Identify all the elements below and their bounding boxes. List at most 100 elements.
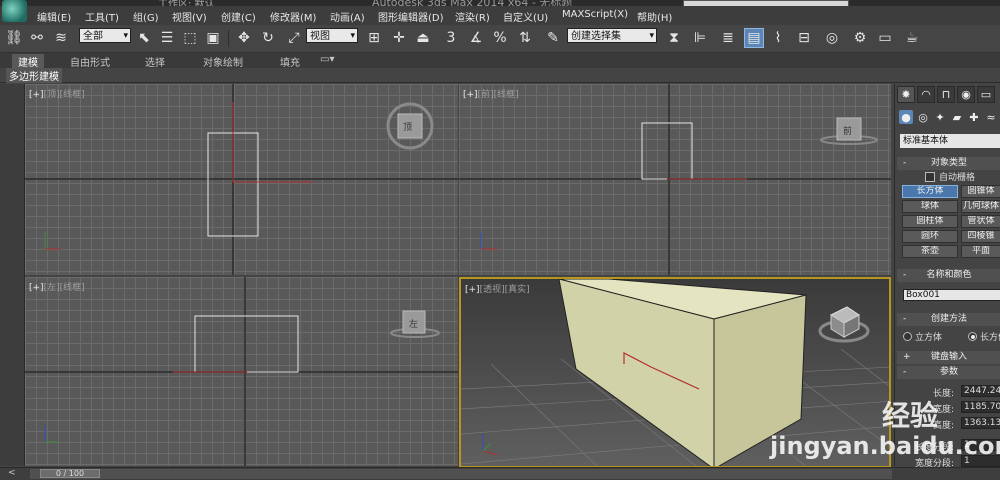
helpers-icon[interactable]: ✚ <box>967 110 981 124</box>
curve-editor-icon[interactable]: ⌇ <box>768 28 788 48</box>
teapot-button[interactable]: 茶壶 <box>902 245 958 258</box>
select-manipulate-icon[interactable]: ✛ <box>389 28 409 48</box>
menu-tools[interactable]: 工具(T) <box>85 9 119 24</box>
spinner-snap-icon[interactable]: ⇅ <box>515 28 535 48</box>
menu-group[interactable]: 组(G) <box>133 9 159 24</box>
snaps-toggle-icon[interactable]: 3 <box>441 28 461 48</box>
display-tab-icon[interactable]: ▭ <box>977 86 995 103</box>
menu-graph-editors[interactable]: 图形编辑器(D) <box>378 9 444 24</box>
named-selection-dropdown[interactable]: 创建选择集 <box>567 28 657 44</box>
percent-snap-icon[interactable]: % <box>490 28 510 48</box>
geometry-category-dropdown[interactable]: 标准基本体 <box>900 134 1000 148</box>
cameras-icon[interactable]: ▰ <box>950 110 964 124</box>
menu-edit[interactable]: 编辑(E) <box>37 9 71 24</box>
torus-button[interactable]: 圆环 <box>902 230 958 243</box>
plane-button[interactable]: 平面 <box>961 245 1000 258</box>
cube-radio[interactable] <box>903 332 912 341</box>
modify-tab-icon[interactable]: ◠ <box>917 86 935 103</box>
unlink-icon[interactable]: ⚯ <box>27 28 47 48</box>
select-object-icon[interactable]: ⬉ <box>134 28 154 48</box>
menu-maxscript[interactable]: MAXScript(X) <box>562 9 628 20</box>
time-slider-thumb[interactable]: 0 / 100 <box>40 469 100 478</box>
viewport-shading[interactable]: [真实] <box>505 285 530 295</box>
viewport-top[interactable]: [+][顶][线框] 顶 <box>25 84 458 275</box>
tab-selection[interactable]: 选择 <box>145 54 165 69</box>
width-input[interactable]: 1185.706 <box>961 401 1000 413</box>
cone-button[interactable]: 圆锥体 <box>961 185 1000 198</box>
menu-help[interactable]: 帮助(H) <box>637 9 672 24</box>
tab-modeling[interactable]: 建模 <box>12 54 44 69</box>
viewport-front[interactable]: [+][前][线框] 前 <box>459 84 891 275</box>
menu-modifiers[interactable]: 修改器(M) <box>270 9 316 24</box>
pivot-center-icon[interactable]: ⊞ <box>364 28 384 48</box>
rollout-object-type[interactable]: - 对象类型 <box>897 157 1000 170</box>
move-icon[interactable]: ✥ <box>234 28 254 48</box>
tube-button[interactable]: 管状体 <box>961 215 1000 228</box>
pyramid-button[interactable]: 四棱锥 <box>961 230 1000 243</box>
motion-tab-icon[interactable]: ◉ <box>957 86 975 103</box>
render-teapot-icon[interactable]: ☕ <box>902 28 922 48</box>
bind-spacewarp-icon[interactable]: ≋ <box>51 28 71 48</box>
auto-grid-checkbox[interactable] <box>925 172 935 182</box>
length-input[interactable]: 2447.244 <box>961 385 1000 397</box>
schematic-view-icon[interactable]: ⊟ <box>794 28 814 48</box>
material-editor-icon[interactable]: ◎ <box>822 28 842 48</box>
edit-named-selection-icon[interactable]: ✎ <box>543 28 563 48</box>
graphite-toggle-icon[interactable]: ▤ <box>744 28 764 48</box>
menu-views[interactable]: 视图(V) <box>172 9 207 24</box>
viewport-perspective[interactable]: [+][透视][真实] <box>459 277 891 468</box>
height-input[interactable]: 1363.139 <box>961 417 1000 429</box>
polygon-modeling-label[interactable]: 多边形建模 <box>6 68 62 83</box>
tab-object-paint[interactable]: 对象绘制 <box>203 54 243 69</box>
time-slider-track[interactable] <box>30 469 892 479</box>
menu-animation[interactable]: 动画(A) <box>330 9 365 24</box>
menu-rendering[interactable]: 渲染(R) <box>455 9 490 24</box>
menu-create[interactable]: 创建(C) <box>221 9 256 24</box>
sphere-button[interactable]: 球体 <box>902 200 958 213</box>
rect-selection-icon[interactable]: ⬚ <box>180 28 200 48</box>
lights-icon[interactable]: ✦ <box>933 110 947 124</box>
box-button[interactable]: 长方体 <box>902 185 958 198</box>
viewport-menu-plus[interactable]: [+] <box>465 285 480 295</box>
shapes-icon[interactable]: ◎ <box>916 110 930 124</box>
viewport-name[interactable]: [透视] <box>480 285 505 295</box>
viewcube-label[interactable]: 顶 <box>403 120 412 133</box>
angle-snap-icon[interactable]: ∡ <box>466 28 486 48</box>
object-name-input[interactable]: Box001 <box>903 289 1000 301</box>
align-icon[interactable]: ⊫ <box>690 28 710 48</box>
length-segs-input[interactable]: 1 <box>961 439 1000 451</box>
keyboard-shortcut-icon[interactable]: ⏏ <box>413 28 433 48</box>
cylinder-button[interactable]: 圆柱体 <box>902 215 958 228</box>
ribbon-options-icon[interactable]: ▭▾ <box>320 54 334 65</box>
create-tab-icon[interactable]: ✸ <box>897 86 915 103</box>
viewcube-label[interactable]: 前 <box>843 124 852 137</box>
box-radio[interactable] <box>968 332 977 341</box>
layer-manager-icon[interactable]: ≣ <box>718 28 738 48</box>
rollout-creation-method[interactable]: - 创建方法 <box>897 313 1000 326</box>
rollout-keyboard-entry[interactable]: + 键盘输入 <box>897 351 1000 364</box>
viewport-left[interactable]: [+][左][线框] 左 <box>25 277 458 466</box>
reference-coord-dropdown[interactable]: 视图 <box>306 28 358 44</box>
mirror-icon[interactable]: ⧗ <box>664 28 684 48</box>
geosphere-button[interactable]: 几何球体 <box>961 200 1000 213</box>
tab-populate[interactable]: 填充 <box>280 54 300 69</box>
spacewarps-icon[interactable]: ≈ <box>984 110 998 124</box>
app-logo-icon[interactable] <box>2 0 27 22</box>
rollout-name-color[interactable]: - 名称和颜色 <box>897 269 1000 282</box>
timeline-prev-icon[interactable]: < <box>8 468 16 478</box>
hierarchy-tab-icon[interactable]: ⊓ <box>937 86 955 103</box>
viewcube-label[interactable]: 左 <box>409 317 418 330</box>
select-by-name-icon[interactable]: ☰ <box>157 28 177 48</box>
tab-freeform[interactable]: 自由形式 <box>70 54 110 69</box>
window-crossing-icon[interactable]: ▣ <box>203 28 223 48</box>
menu-customize[interactable]: 自定义(U) <box>503 9 548 24</box>
geometry-icon[interactable]: ● <box>899 110 913 124</box>
selection-filter-dropdown[interactable]: 全部 <box>79 28 131 44</box>
scale-icon[interactable]: ⤢ <box>284 28 304 48</box>
rollout-parameters[interactable]: - 参数 <box>897 366 1000 379</box>
render-setup-icon[interactable]: ⚙ <box>850 28 870 48</box>
width-segs-input[interactable]: 1 <box>961 455 1000 467</box>
viewport-label[interactable]: [+][透视][真实] <box>465 282 530 295</box>
rendered-frame-icon[interactable]: ▭ <box>875 28 895 48</box>
link-icon[interactable]: ⛓ <box>4 28 24 48</box>
